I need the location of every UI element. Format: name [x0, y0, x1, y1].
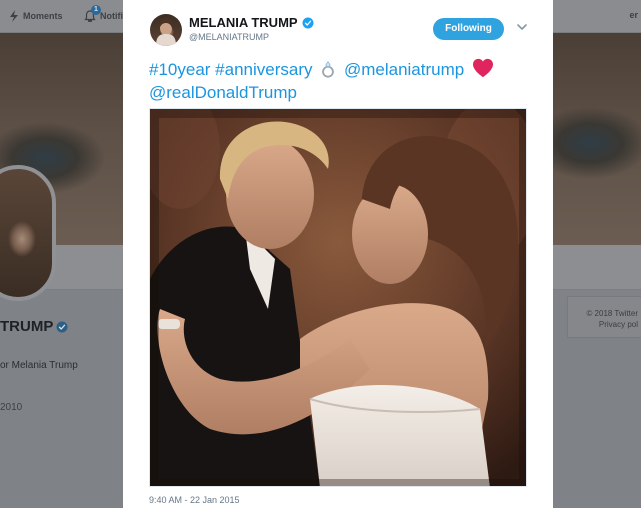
tweet-modal: MELANIA TRUMP @MELANIATRUMP Following #1…: [123, 0, 553, 508]
author-handle[interactable]: @MELANIATRUMP: [189, 32, 269, 42]
profile-name: TRUMP: [0, 318, 68, 335]
photo-wedding-dance: [150, 109, 526, 486]
tweet-timestamp[interactable]: 9:40 AM - 22 Jan 2015: [149, 495, 240, 505]
nav-right-fragment: er: [629, 10, 638, 20]
profile-bio: or Melania Trump: [0, 360, 78, 371]
author-name[interactable]: MELANIA TRUMP: [189, 15, 314, 30]
red-heart-emoji-icon: [472, 58, 493, 78]
ring-emoji-icon: [322, 61, 335, 78]
avatar-portrait: [156, 18, 176, 46]
following-button[interactable]: Following: [433, 18, 504, 40]
chevron-down-icon[interactable]: [516, 22, 528, 32]
mention-realdonaldtrump[interactable]: @realDonaldTrump: [149, 83, 297, 102]
verified-badge-icon: [302, 17, 314, 28]
hashtag-anniversary[interactable]: #anniversary: [215, 60, 312, 79]
footer-privacy-link[interactable]: Privacy pol: [599, 320, 638, 329]
profile-name-text: TRUMP: [0, 318, 54, 335]
lightning-icon: [10, 10, 18, 22]
profile-joined: 2010: [0, 402, 23, 413]
profile-avatar[interactable]: [0, 165, 56, 301]
verified-badge-icon: [56, 321, 68, 332]
nav-notifications-label: Notifi: [100, 11, 123, 21]
author-avatar[interactable]: [150, 14, 182, 46]
tweet-text: #10year #anniversary @melaniatrump @real…: [149, 58, 539, 104]
mention-melaniatrump[interactable]: @melaniatrump: [344, 60, 464, 79]
author-name-text: MELANIA TRUMP: [189, 15, 298, 30]
nav-moments-label: Moments: [23, 11, 63, 21]
tweet-photo[interactable]: [149, 108, 527, 487]
nav-notifications[interactable]: 1 Notifi: [84, 5, 123, 23]
footer-copyright: © 2018 Twitter: [586, 309, 638, 318]
hashtag-10year[interactable]: #10year: [149, 60, 210, 79]
notification-count-badge: 1: [91, 5, 101, 15]
nav-moments[interactable]: Moments: [9, 10, 63, 22]
